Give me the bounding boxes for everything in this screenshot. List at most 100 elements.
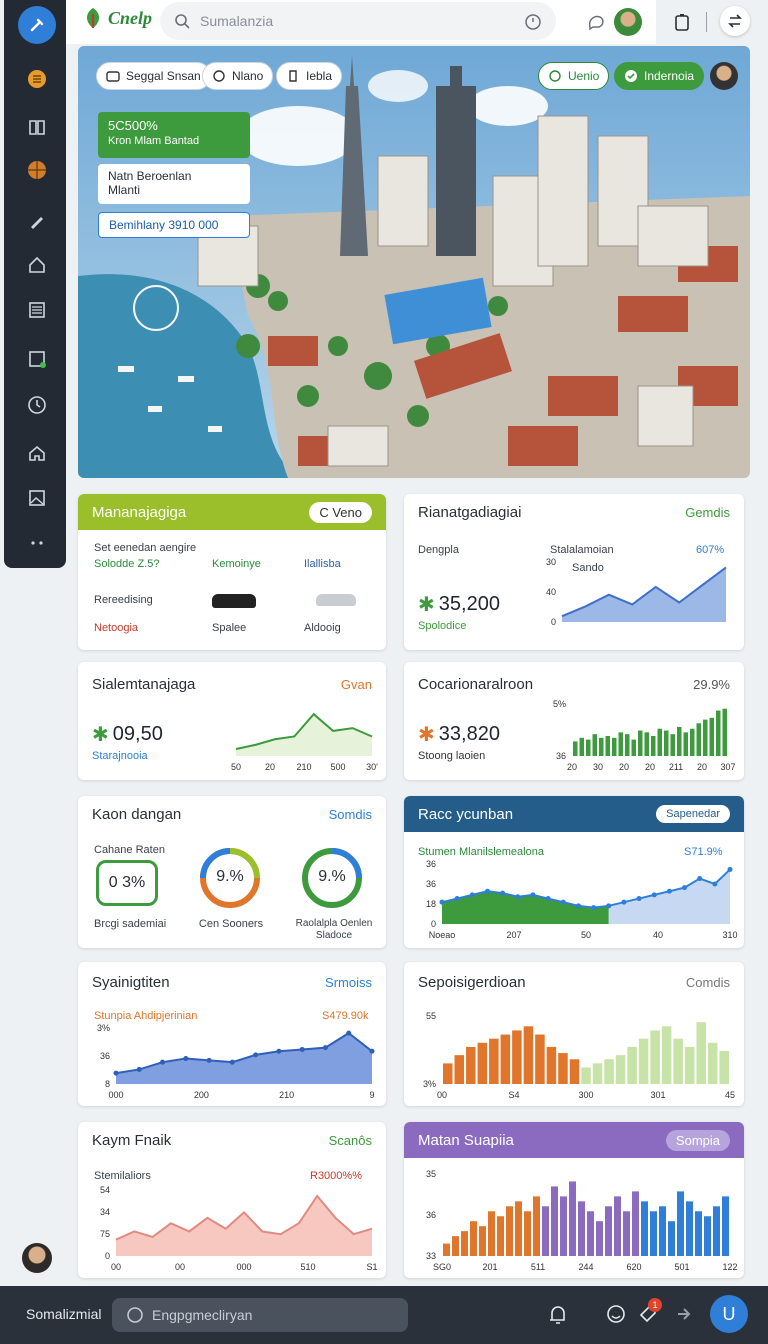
card-header: Mananajagiga C Veno (78, 494, 386, 530)
x-tick-label: 620 (626, 1262, 641, 1272)
card-action-button[interactable]: Srmoiss (325, 975, 372, 990)
user-avatar-top[interactable] (614, 8, 642, 36)
hero-chip-right-2[interactable]: Indernoia (614, 62, 705, 90)
card-matan-suapiia: Matan Suapiia Sompia 33 36 35 SG0 201 511 244 6… (404, 1122, 744, 1278)
card-action-button[interactable]: Somdis (329, 807, 372, 822)
chart-1: 50 20 210 500 30' (231, 712, 378, 772)
top-bar: Cnelp Sumalanzia (66, 0, 768, 44)
bar (659, 1206, 666, 1256)
card-value-sub: Starajnooia (92, 750, 148, 762)
x-tick-label: 510 (300, 1262, 315, 1272)
sidebar-item-house[interactable] (24, 440, 50, 466)
bar (668, 1221, 675, 1256)
card-action-button[interactable]: Gvan (341, 677, 372, 692)
bar (560, 1196, 567, 1256)
legend-item[interactable]: Rereedising (94, 594, 153, 606)
smile-icon (607, 1305, 625, 1323)
notification-button[interactable] (548, 1304, 568, 1331)
card-action-button[interactable]: Comdis (686, 975, 730, 990)
y-tick-label: 5% (553, 699, 566, 709)
sidebar-item-menu[interactable] (24, 66, 50, 92)
bar (627, 1046, 637, 1084)
emoji-button[interactable] (606, 1304, 626, 1329)
legend-item[interactable]: Kemoinye (212, 558, 261, 570)
sidebar (4, 0, 66, 568)
legend-item[interactable]: Netoogia (94, 622, 138, 634)
pen-icon (31, 217, 43, 229)
search-icon (175, 14, 190, 29)
brand-name: Cnelp (108, 7, 153, 28)
legend-item[interactable]: Spalee (212, 622, 246, 634)
card-action-button[interactable]: Scanôs (329, 1133, 372, 1148)
app-logo-button[interactable] (18, 6, 56, 44)
y-tick-label: 0 (431, 919, 436, 929)
camera-icon (106, 71, 120, 82)
legend-item[interactable]: Ilallisba (304, 558, 341, 570)
card-value: ✱ 33,820 (418, 723, 500, 746)
bar (650, 1211, 657, 1256)
hero-chip-2[interactable]: Nlano (202, 62, 274, 90)
hero-stat-label: Kron Mlam Bantad (108, 135, 200, 147)
user-avatar-sidebar[interactable] (22, 1243, 52, 1273)
x-tick-label: 00 (111, 1262, 121, 1272)
bar (489, 1038, 499, 1084)
search-bar[interactable]: Sumalanzia (160, 2, 556, 40)
card-kaon-dangan: Kaon dangan Somdis Cahane Raten 0 3% Brc… (78, 796, 386, 948)
hero-chip-3[interactable]: Iebla (276, 62, 343, 90)
x-tick-label: 210 (296, 762, 311, 772)
swap-button[interactable] (720, 6, 750, 36)
x-tick-label: Noeao (429, 930, 456, 940)
hero-budget-bar[interactable]: Bemihlany 3910 000 (98, 212, 250, 238)
card-action-button[interactable]: Sapenedar (656, 805, 730, 823)
data-point (183, 1056, 189, 1062)
hero-chip-1-label: Seggal Snsan (126, 69, 201, 83)
timer-icon[interactable] (524, 12, 542, 30)
bottom-input[interactable]: Engpgmecliryan (112, 1298, 408, 1332)
sidebar-item-clock[interactable] (24, 392, 50, 418)
sidebar-item-home[interactable] (24, 252, 50, 278)
y-tick-label: 36 (100, 1051, 110, 1061)
chat-button[interactable] (584, 10, 608, 34)
book-icon (29, 120, 45, 135)
hero-info-card[interactable]: Natn Beroenlan Mlanti (98, 164, 250, 204)
sidebar-item-square[interactable] (24, 346, 50, 372)
card-value-text: 35,200 (438, 593, 500, 615)
card-action-button[interactable]: C Veno (309, 501, 372, 523)
sidebar-item-image[interactable] (24, 485, 50, 511)
card-title: Cocarionaralroon (418, 675, 534, 693)
legend-item[interactable]: Aldooig (304, 622, 341, 634)
hero-stat-card[interactable]: 5C500% Kron Mlam Bantad (98, 112, 250, 158)
card-value-text: 33,820 (438, 723, 500, 745)
house-icon (29, 445, 45, 461)
sidebar-item-list[interactable] (24, 297, 50, 323)
hero-chip-1[interactable]: Seggal Snsan (96, 62, 211, 90)
legend-item[interactable]: Solodde Z.5? (94, 558, 159, 570)
sidebar-item-globe[interactable] (24, 157, 50, 183)
search-input[interactable]: Sumalanzia (200, 13, 514, 29)
hero-avatar[interactable] (710, 62, 738, 90)
bar (477, 1042, 488, 1084)
chart-7: 33 36 35 SG0 201 511 244 620 501 122 (426, 1169, 738, 1272)
bell-icon (550, 1306, 565, 1324)
x-tick-label: S4 (508, 1090, 519, 1100)
bar (558, 1053, 568, 1084)
chart-series-label: Stemilaliors (94, 1170, 151, 1182)
sidebar-item-book[interactable] (24, 114, 50, 140)
user-profile-button[interactable]: U (710, 1295, 748, 1333)
sidebar-item-edit[interactable] (24, 208, 50, 234)
bar (683, 732, 688, 756)
x-tick-label: 20 (619, 762, 629, 772)
card-action-button[interactable]: Sompia (665, 1129, 730, 1151)
clipboard-button[interactable] (670, 10, 694, 34)
hero-budget-label: Bemihlany 3910 000 (109, 218, 219, 232)
square-icon (29, 351, 46, 368)
chart-5: 3% 55 00 S4 300 301 45 (423, 1011, 735, 1100)
bar (443, 1063, 453, 1084)
sidebar-more[interactable] (24, 530, 50, 556)
card-action-button[interactable]: Gemdis (685, 505, 730, 520)
bar (722, 1196, 729, 1256)
brand[interactable]: Cnelp (82, 6, 152, 30)
share-button[interactable] (674, 1304, 694, 1329)
city-illustration (78, 46, 750, 478)
hero-chip-right-1[interactable]: Uenio (538, 62, 610, 90)
